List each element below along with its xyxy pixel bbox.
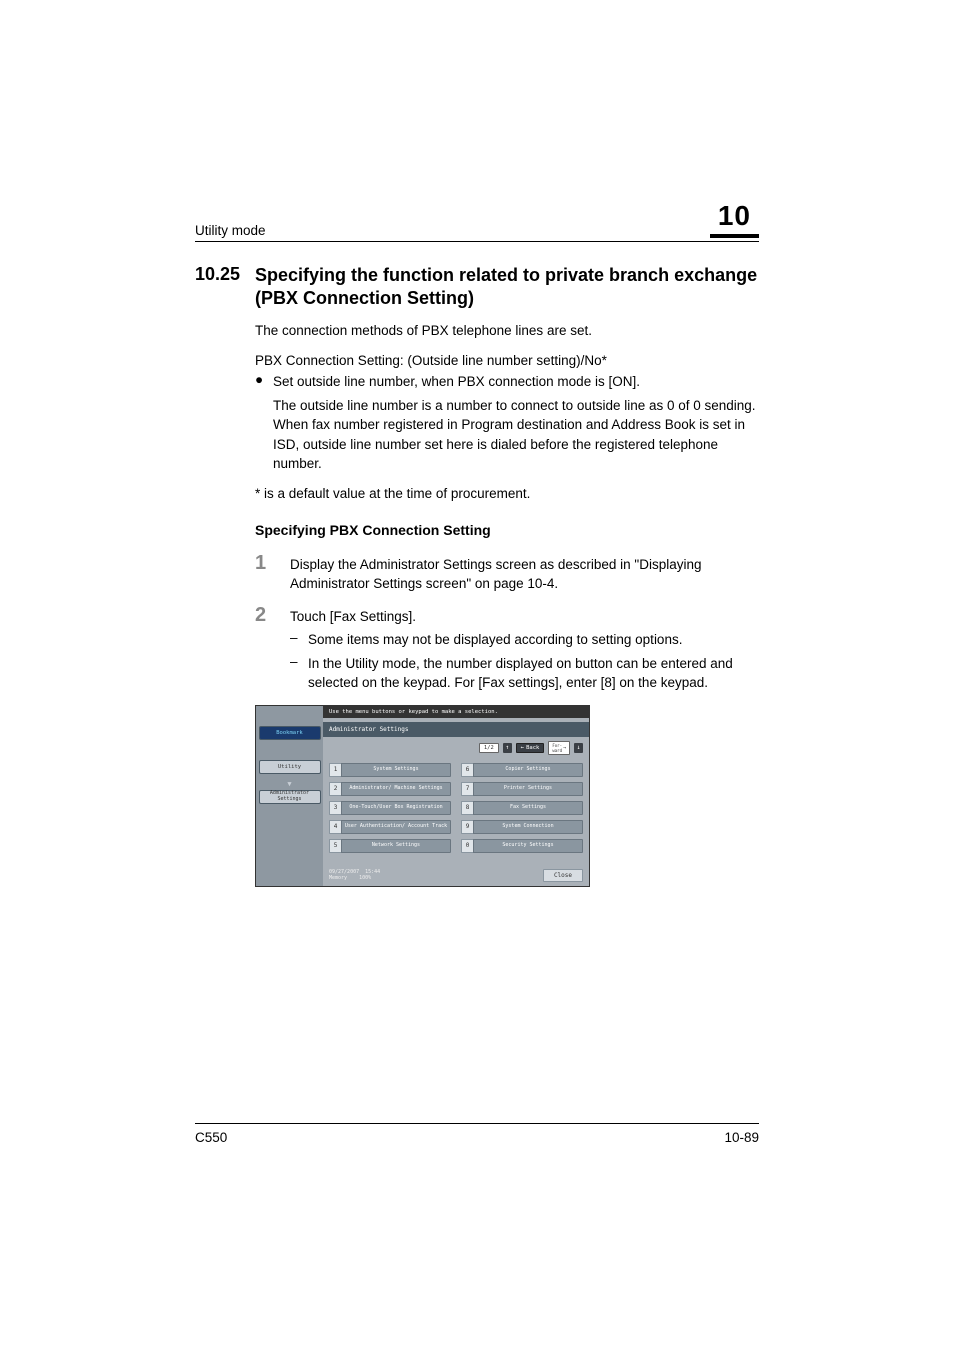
menu-system-settings[interactable]: 1System Settings	[329, 763, 451, 777]
menu-network-settings[interactable]: 5Network Settings	[329, 839, 451, 853]
menu-user-auth-account-track[interactable]: 4User Authentication/ Account Track	[329, 820, 451, 834]
utility-tab[interactable]: Utility	[259, 760, 321, 774]
model-label: C550	[195, 1130, 227, 1145]
page-number: 10-89	[724, 1130, 759, 1145]
menu-copier-settings[interactable]: 6Copier Settings	[461, 763, 583, 777]
section-number: 10.25	[195, 264, 255, 309]
page-indicator: 1/2	[479, 743, 499, 753]
step-number: 1	[255, 552, 290, 594]
close-button[interactable]: Close	[543, 869, 583, 882]
menu-admin-machine-settings[interactable]: 2Administrator/ Machine Settings	[329, 782, 451, 796]
subheading: Specifying PBX Connection Setting	[255, 522, 759, 538]
menu-security-settings[interactable]: 0Security Settings	[461, 839, 583, 853]
section-title-text: Specifying the function related to priva…	[255, 264, 759, 309]
device-screenshot: Bookmark Utility ▼ Administrator Setting…	[255, 705, 759, 887]
bullet-subtext-2: When fax number registered in Program de…	[255, 415, 759, 474]
device-footer: 09/27/2007 15:44 Memory 100% Close	[323, 865, 589, 886]
step-sub-1: – Some items may not be displayed accord…	[290, 630, 759, 650]
dash-icon: –	[290, 630, 308, 650]
chapter-number: 10	[710, 200, 759, 238]
menu-fax-settings[interactable]: 8Fax Settings	[461, 801, 583, 815]
admin-settings-tab[interactable]: Administrator Settings	[259, 790, 321, 804]
menu-grid: 1System Settings 6Copier Settings 2Admin…	[323, 759, 589, 857]
step-number: 2	[255, 604, 290, 693]
step-1: 1 Display the Administrator Settings scr…	[255, 552, 759, 594]
section-heading: 10.25 Specifying the function related to…	[195, 264, 759, 309]
bullet-dot-icon: ●	[255, 372, 273, 392]
menu-system-connection[interactable]: 9System Connection	[461, 820, 583, 834]
forward-button[interactable]: For-ward →	[548, 741, 570, 755]
screen-title: Administrator Settings	[323, 722, 589, 737]
forward-arrow-icon[interactable]: ↓	[574, 743, 583, 753]
bullet-subtext-1: The outside line number is a number to c…	[255, 396, 759, 416]
intro-paragraph-1: The connection methods of PBX telephone …	[255, 321, 759, 341]
bookmark-tab[interactable]: Bookmark	[259, 726, 321, 740]
intro-paragraph-2: PBX Connection Setting: (Outside line nu…	[255, 351, 759, 371]
step-sub-2: – In the Utility mode, the number displa…	[290, 654, 759, 693]
step-text: Display the Administrator Settings scree…	[290, 555, 759, 594]
instruction-bar: Use the menu buttons or keypad to make a…	[323, 706, 589, 718]
menu-printer-settings[interactable]: 7Printer Settings	[461, 782, 583, 796]
bullet-item: ● Set outside line number, when PBX conn…	[255, 372, 759, 392]
back-button[interactable]: ← Back	[516, 743, 545, 753]
breadcrumb: Utility mode	[195, 223, 266, 238]
step-sub-text: Some items may not be displayed accordin…	[308, 630, 682, 650]
step-2: 2 Touch [Fax Settings]. – Some items may…	[255, 604, 759, 693]
step-sub-text: In the Utility mode, the number displaye…	[308, 654, 759, 693]
menu-one-touch-user-box[interactable]: 3One-Touch/User Box Registration	[329, 801, 451, 815]
page-header: Utility mode 10	[195, 200, 759, 242]
page-footer: C550 10-89	[195, 1123, 759, 1145]
bullet-text: Set outside line number, when PBX connec…	[273, 372, 640, 392]
back-arrow-icon[interactable]: ↑	[503, 743, 512, 753]
chevron-down-icon: ▼	[256, 780, 323, 788]
status-info: 09/27/2007 15:44 Memory 100%	[329, 869, 380, 881]
nav-bar: 1/2 ↑ ← Back For-ward → ↓	[323, 737, 589, 759]
step-text: Touch [Fax Settings].	[290, 607, 759, 627]
default-note: * is a default value at the time of proc…	[255, 484, 759, 504]
device-sidebar: Bookmark Utility ▼ Administrator Setting…	[256, 706, 323, 886]
dash-icon: –	[290, 654, 308, 693]
